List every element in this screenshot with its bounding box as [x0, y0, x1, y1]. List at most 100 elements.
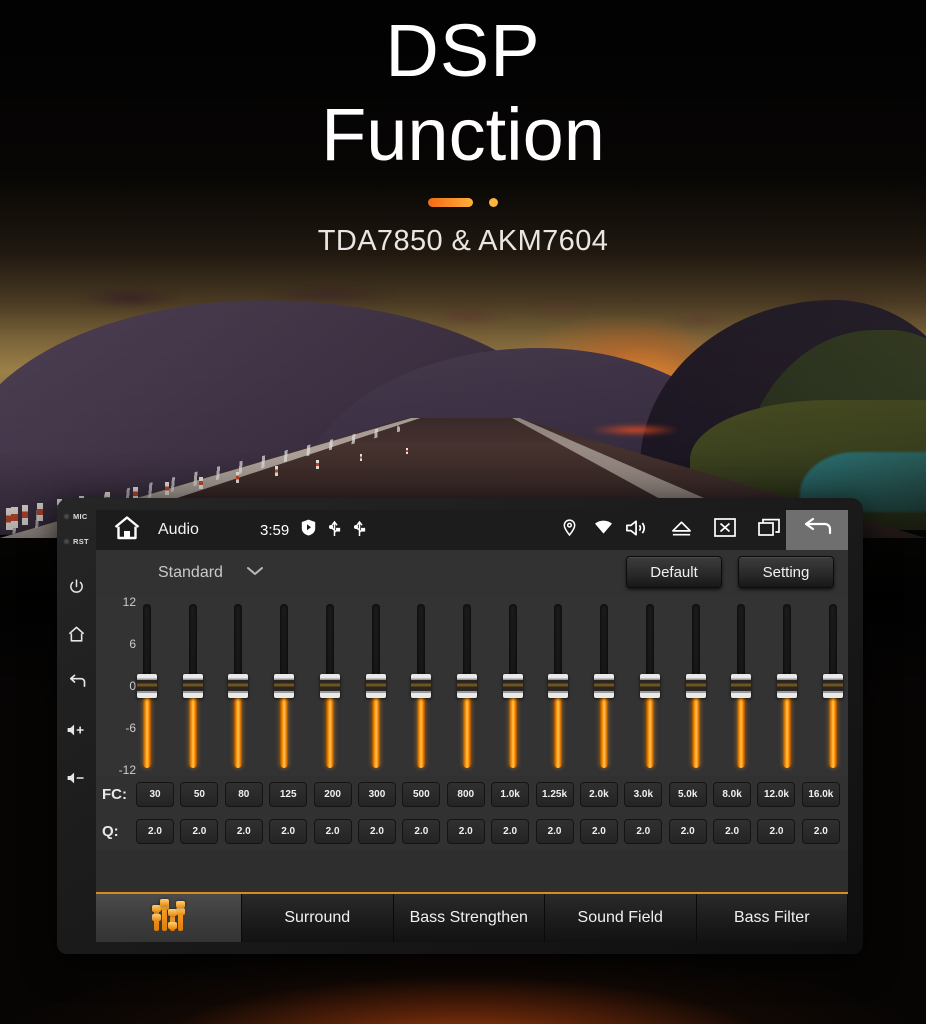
db-tick-label: 12 [122, 595, 136, 609]
tab-bass-strengthen[interactable]: Bass Strengthen [393, 894, 545, 942]
statusbar-home-button[interactable] [96, 515, 158, 546]
fc-cell[interactable]: 16.0k [801, 782, 840, 807]
fc-cell[interactable]: 3.0k [624, 782, 663, 807]
eq-slider-knob[interactable] [685, 674, 706, 698]
location-pin-icon-button[interactable] [552, 510, 586, 550]
eq-slider[interactable] [502, 600, 523, 772]
q-cell[interactable]: 2.0 [224, 819, 263, 844]
fc-row: FC: 30 50 80 125 200 300 500 800 1.0k 1.25k 2.0k 3.… [96, 776, 848, 813]
q-cell[interactable]: 2.0 [269, 819, 308, 844]
q-cell[interactable]: 2.0 [402, 819, 441, 844]
eq-slider[interactable] [777, 600, 798, 772]
q-cell[interactable]: 2.0 [757, 819, 796, 844]
q-cell[interactable]: 2.0 [180, 819, 219, 844]
setting-button[interactable]: Setting [738, 556, 834, 588]
fc-cell[interactable]: 30 [136, 782, 174, 807]
eject-icon-button[interactable] [664, 510, 698, 550]
fc-cell[interactable]: 1.0k [491, 782, 530, 807]
equalizer-icon-knob [168, 922, 177, 929]
reset-indicator[interactable]: RST [57, 537, 96, 546]
status-bar: Audio 3:59 [96, 510, 848, 550]
tab-label: Surround [284, 909, 351, 926]
eq-slider-knob[interactable] [137, 674, 157, 698]
q-cell[interactable]: 2.0 [713, 819, 752, 844]
default-button[interactable]: Default [626, 556, 722, 588]
fc-cell[interactable]: 50 [180, 782, 219, 807]
eq-slider[interactable] [548, 600, 569, 772]
eq-slider[interactable] [365, 600, 386, 772]
eq-slider-knob[interactable] [731, 674, 752, 698]
eq-slider[interactable] [685, 600, 706, 772]
fc-cell[interactable]: 12.0k [757, 782, 796, 807]
statusbar-clock: 3:59 [260, 521, 290, 539]
tab-sound-field[interactable]: Sound Field [545, 894, 697, 942]
eq-slider[interactable] [137, 600, 157, 772]
db-tick-label: 6 [129, 637, 136, 651]
fc-cell[interactable]: 80 [224, 782, 263, 807]
fc-cell[interactable]: 5.0k [668, 782, 707, 807]
eq-slider[interactable] [594, 600, 615, 772]
eq-slider-fill [691, 686, 700, 768]
tab-bass-filter[interactable]: Bass Filter [696, 894, 848, 942]
fc-cell[interactable]: 200 [313, 782, 352, 807]
db-tick-label: -12 [118, 763, 136, 777]
tab-equalizer[interactable] [96, 894, 242, 942]
q-cell[interactable]: 2.0 [668, 819, 707, 844]
fc-cell[interactable]: 2.0k [579, 782, 618, 807]
q-cell[interactable]: 2.0 [446, 819, 485, 844]
preset-row: Standard Default Setting [96, 550, 848, 596]
eq-slider-knob[interactable] [822, 674, 843, 698]
q-cell[interactable]: 2.0 [535, 819, 574, 844]
q-cell[interactable]: 2.0 [579, 819, 618, 844]
eq-slider-fill [188, 686, 197, 768]
volume-down-button[interactable] [57, 754, 96, 802]
eq-slider[interactable] [457, 600, 478, 772]
fc-cell[interactable]: 800 [446, 782, 485, 807]
fc-cell[interactable]: 8.0k [713, 782, 752, 807]
fc-cell[interactable]: 1.25k [535, 782, 574, 807]
statusbar-back-button[interactable] [786, 510, 848, 550]
volume-icon-button[interactable] [620, 510, 654, 550]
eq-slider-knob[interactable] [594, 674, 615, 698]
q-cell[interactable]: 2.0 [136, 819, 174, 844]
eq-slider[interactable] [822, 600, 843, 772]
wifi-icon-button[interactable] [586, 510, 620, 550]
usb-icon [353, 519, 366, 542]
eq-slider-knob[interactable] [457, 674, 478, 698]
q-cell[interactable]: 2.0 [313, 819, 352, 844]
home-button[interactable] [57, 610, 96, 658]
eq-slider-knob[interactable] [182, 674, 203, 698]
tab-surround[interactable]: Surround [242, 894, 394, 942]
eq-slider-knob[interactable] [639, 674, 660, 698]
back-button[interactable] [57, 658, 96, 706]
eq-slider[interactable] [639, 600, 660, 772]
eq-slider[interactable] [274, 600, 295, 772]
eq-slider-knob[interactable] [274, 674, 295, 698]
multiwindow-button[interactable] [752, 510, 786, 550]
chevron-down-icon[interactable] [245, 564, 265, 582]
eq-slider-knob[interactable] [319, 674, 340, 698]
fc-cell[interactable]: 500 [402, 782, 441, 807]
eq-slider[interactable] [182, 600, 203, 772]
eq-slider[interactable] [319, 600, 340, 772]
eq-slider-knob[interactable] [228, 674, 249, 698]
eq-slider-knob[interactable] [411, 674, 432, 698]
q-cell[interactable]: 2.0 [801, 819, 840, 844]
eq-slider-fill [463, 686, 472, 768]
q-cell[interactable]: 2.0 [624, 819, 663, 844]
eq-slider-knob[interactable] [502, 674, 523, 698]
eq-slider-knob[interactable] [777, 674, 798, 698]
preset-selector[interactable]: Standard [158, 564, 223, 582]
eq-slider[interactable] [731, 600, 752, 772]
power-button[interactable] [57, 562, 96, 610]
volume-up-button[interactable] [57, 706, 96, 754]
eq-slider[interactable] [411, 600, 432, 772]
q-cell[interactable]: 2.0 [491, 819, 530, 844]
eq-slider-knob[interactable] [548, 674, 569, 698]
fc-cell[interactable]: 125 [269, 782, 308, 807]
eq-slider[interactable] [228, 600, 249, 772]
eq-slider-knob[interactable] [365, 674, 386, 698]
fc-cell[interactable]: 300 [357, 782, 396, 807]
close-button[interactable] [708, 510, 742, 550]
q-cell[interactable]: 2.0 [357, 819, 396, 844]
